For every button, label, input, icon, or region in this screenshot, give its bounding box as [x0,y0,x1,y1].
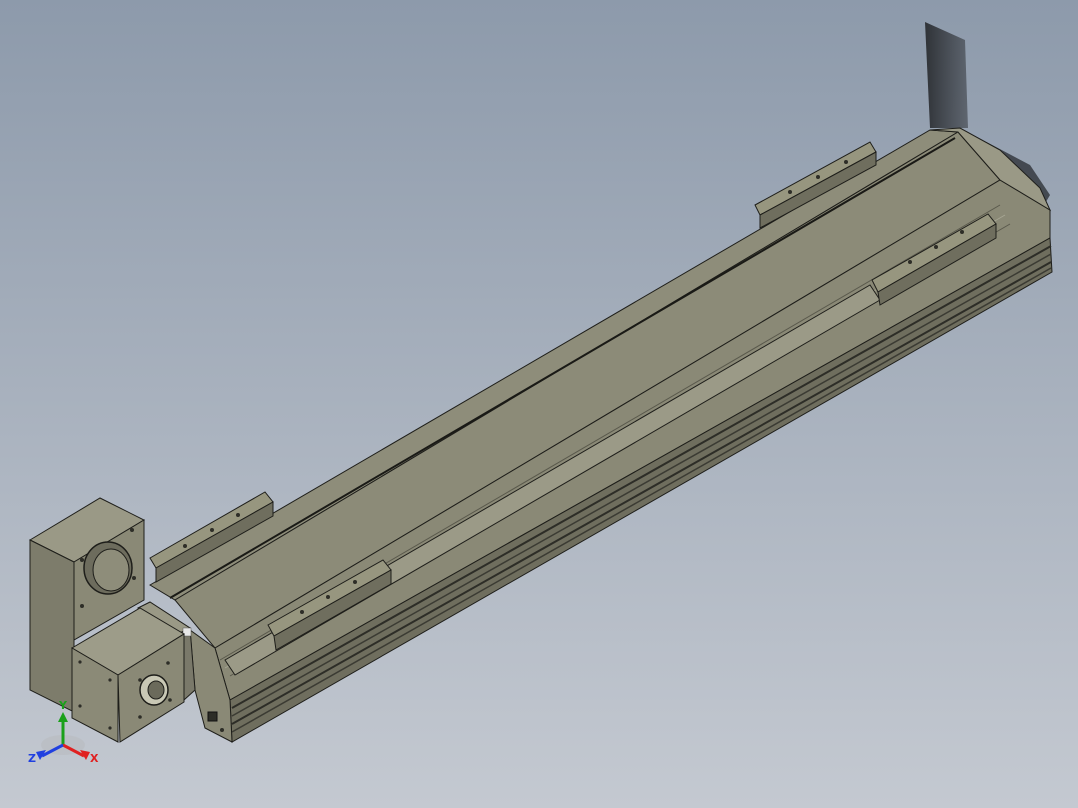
graphics-viewport[interactable]: Y X Z [0,0,1078,808]
end-plate-port[interactable] [207,711,218,722]
triad-y-label: Y [58,699,68,712]
triad-z-label: Z [28,752,36,765]
cad-scene[interactable]: Y X Z [0,0,1078,808]
triad-x-label: X [90,752,99,765]
